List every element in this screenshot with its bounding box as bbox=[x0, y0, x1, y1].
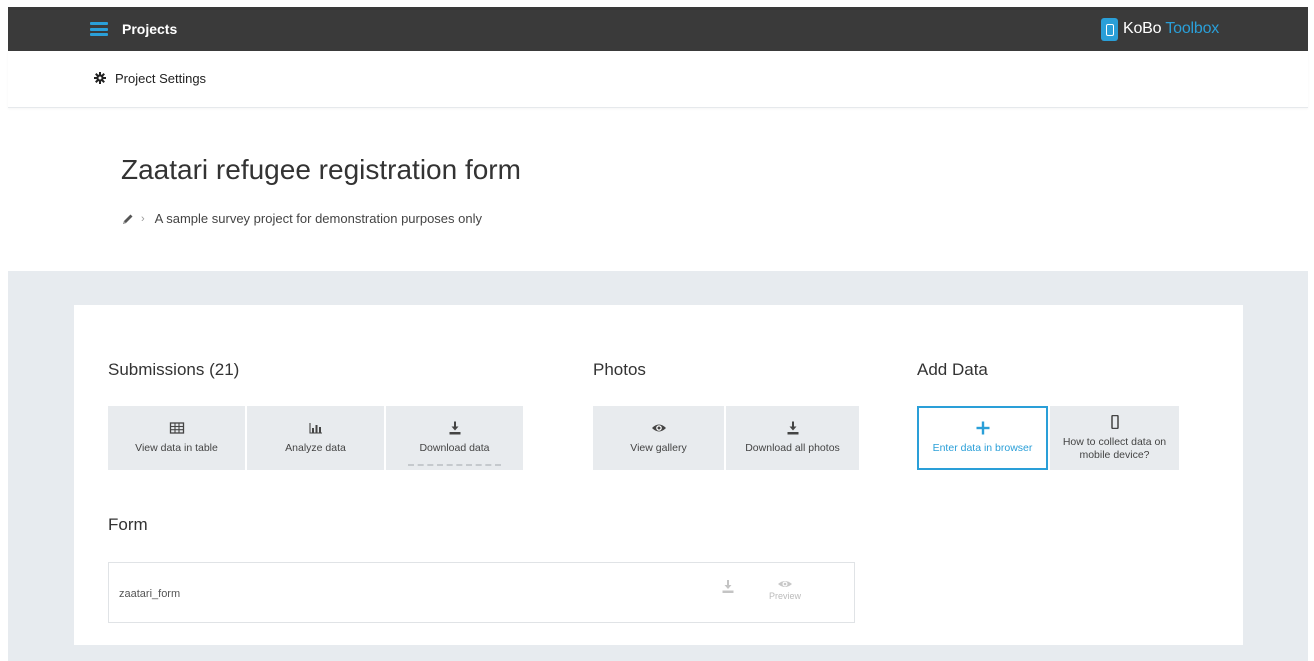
download-data-button[interactable]: Download data bbox=[386, 406, 523, 470]
analyze-data-button[interactable]: Analyze data bbox=[247, 406, 384, 470]
collect-data-mobile-label: How to collect data on mobile device? bbox=[1062, 436, 1167, 461]
enter-data-in-browser-label: Enter data in browser bbox=[932, 442, 1033, 455]
project-description-row: › A sample survey project for demonstrat… bbox=[121, 211, 482, 226]
analyze-data-label: Analyze data bbox=[285, 442, 346, 455]
project-settings-link[interactable]: Project Settings bbox=[115, 71, 206, 86]
view-gallery-button[interactable]: View gallery bbox=[593, 406, 724, 470]
project-description: A sample survey project for demonstratio… bbox=[154, 211, 483, 226]
kobo-logo-icon bbox=[1101, 17, 1118, 41]
bar-chart-icon bbox=[308, 423, 322, 435]
form-heading: Form bbox=[108, 515, 148, 534]
add-data-actions: Enter data in browser How to collect dat… bbox=[917, 406, 1179, 470]
view-gallery-label: View gallery bbox=[630, 442, 687, 455]
add-data-heading: Add Data bbox=[917, 360, 988, 379]
hamburger-menu-icon[interactable] bbox=[90, 22, 108, 36]
chevron-right-icon: › bbox=[141, 212, 145, 225]
plus-icon bbox=[976, 421, 989, 435]
download-icon bbox=[449, 421, 460, 435]
brand-name-toolbox: Toolbox bbox=[1165, 20, 1220, 37]
project-settings-bar: Project Settings bbox=[8, 51, 1308, 108]
photos-heading: Photos bbox=[593, 360, 646, 379]
table-icon bbox=[169, 422, 184, 435]
download-data-label: Download data bbox=[419, 442, 490, 455]
brand-name-kobo: KoBo bbox=[1123, 20, 1162, 37]
preview-label: Preview bbox=[768, 591, 801, 601]
enter-data-in-browser-button[interactable]: Enter data in browser bbox=[917, 406, 1048, 470]
gear-icon[interactable] bbox=[94, 72, 106, 84]
preview-button[interactable]: Preview bbox=[765, 578, 805, 601]
form-name: zaatari_form bbox=[119, 588, 181, 600]
eye-icon bbox=[651, 424, 666, 432]
collect-data-mobile-button[interactable]: How to collect data on mobile device? bbox=[1050, 406, 1179, 470]
view-data-in-table-label: View data in table bbox=[135, 442, 218, 455]
eye-icon bbox=[778, 581, 792, 587]
view-data-in-table-button[interactable]: View data in table bbox=[108, 406, 245, 470]
submissions-actions: View data in table Analyze data Download… bbox=[108, 406, 523, 470]
download-icon bbox=[787, 421, 798, 435]
submissions-heading: Submissions (21) bbox=[108, 360, 240, 379]
photos-actions: View gallery Download all photos bbox=[593, 406, 859, 470]
top-navigation-bar: Projects KoBo Toolbox bbox=[8, 7, 1308, 51]
form-list-item: zaatari_form Preview bbox=[108, 562, 855, 623]
project-title: Zaatari refugee registration form bbox=[121, 154, 521, 185]
page-title-projects[interactable]: Projects bbox=[122, 21, 177, 37]
kobotoolbox-logo[interactable]: KoBo Toolbox bbox=[1101, 17, 1219, 41]
mobile-icon bbox=[1110, 415, 1119, 430]
download-all-photos-button[interactable]: Download all photos bbox=[726, 406, 859, 470]
pencil-icon[interactable] bbox=[121, 212, 135, 226]
download-all-photos-label: Download all photos bbox=[745, 442, 840, 455]
download-icon[interactable] bbox=[720, 578, 736, 598]
